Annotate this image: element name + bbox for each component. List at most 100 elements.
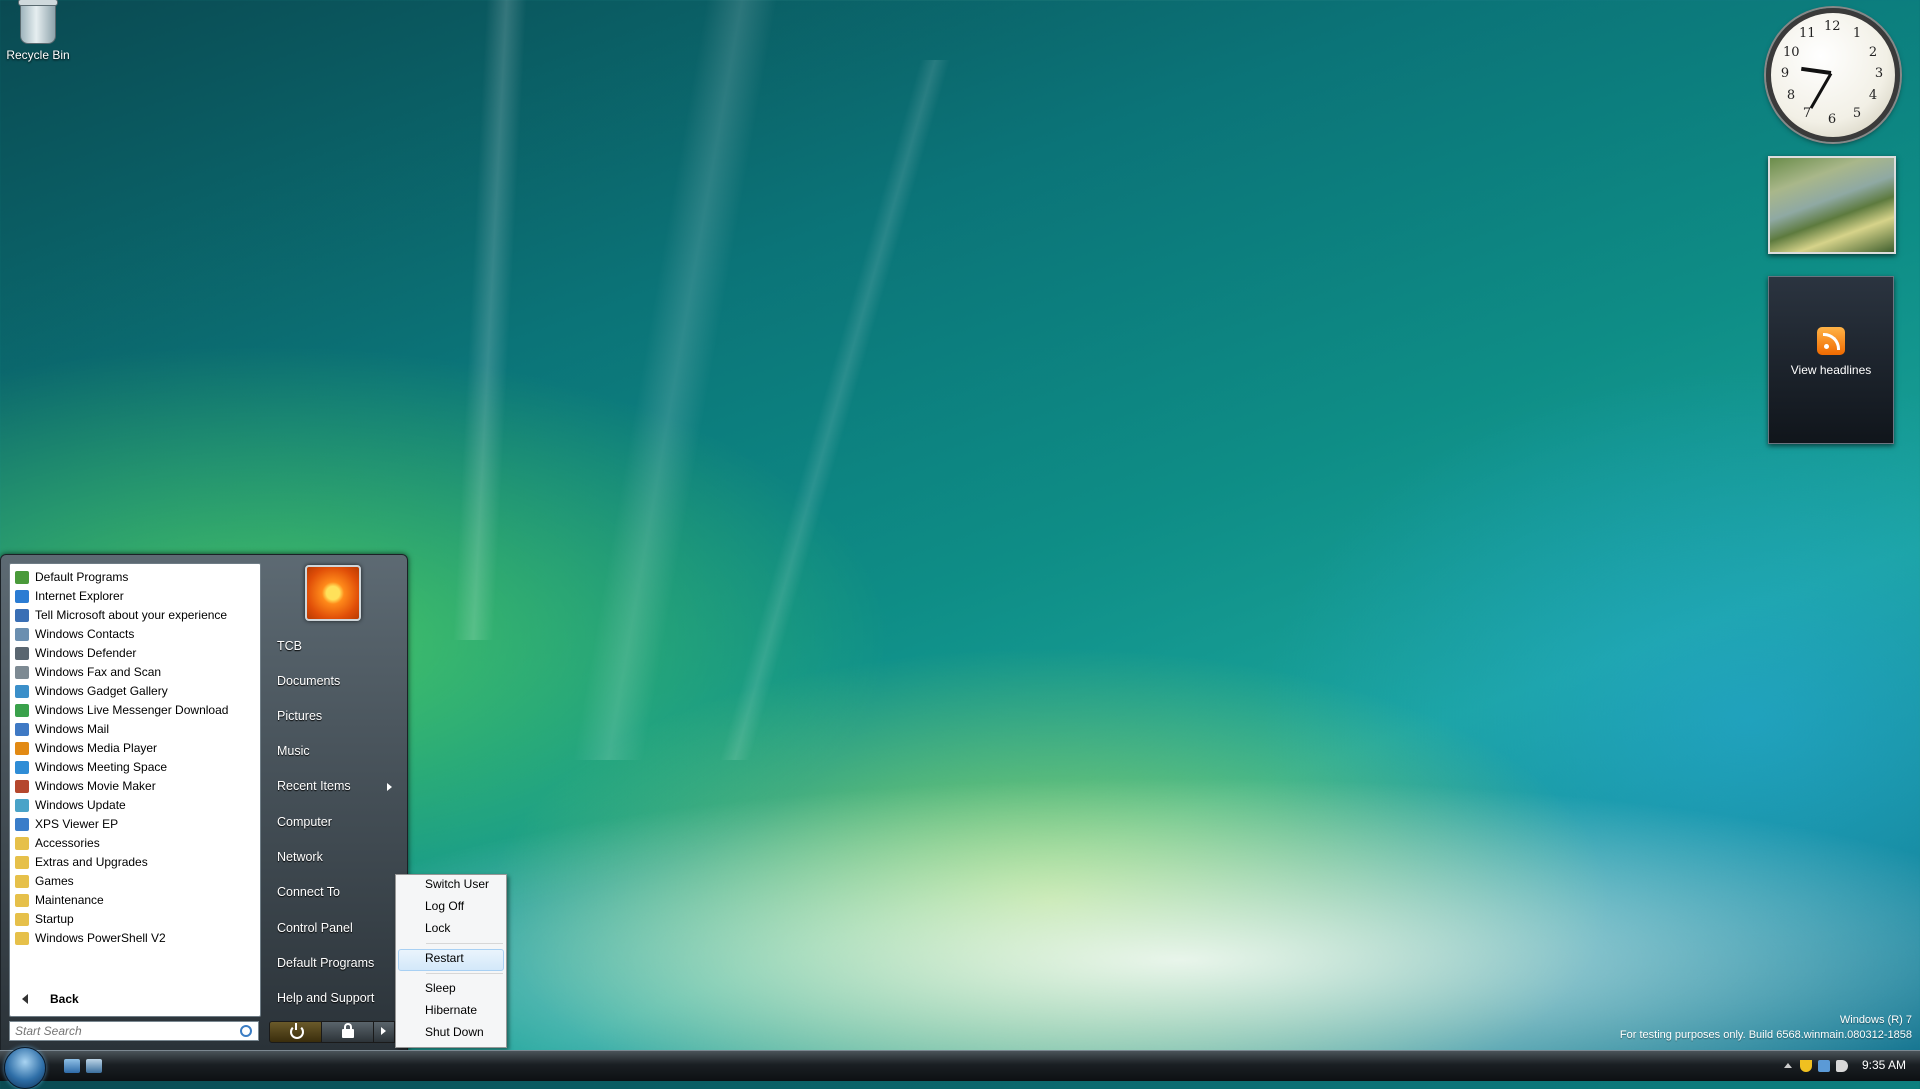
user-avatar[interactable]	[305, 565, 361, 621]
menu-separator	[426, 973, 503, 974]
program-item[interactable]: Windows Live Messenger Download	[10, 701, 260, 720]
submenu-arrow-icon	[387, 783, 392, 791]
power-button[interactable]	[269, 1021, 323, 1043]
xps-viewer-icon	[15, 818, 29, 831]
help-support-link[interactable]: Help and Support	[277, 991, 374, 1005]
program-item[interactable]: Windows Movie Maker	[10, 777, 260, 796]
computer-link[interactable]: Computer	[277, 815, 332, 829]
program-label: Tell Microsoft about your experience	[35, 608, 228, 622]
recycle-bin[interactable]: Recycle Bin	[4, 0, 72, 62]
clock-number: 3	[1874, 66, 1884, 81]
program-item[interactable]: Windows Meeting Space	[10, 758, 260, 777]
network-link[interactable]: Network	[277, 850, 323, 864]
documents-link[interactable]: Documents	[277, 674, 340, 688]
menu-item-switch-user[interactable]: Switch User	[425, 877, 489, 891]
program-label: Startup	[35, 912, 74, 926]
program-item[interactable]: Startup	[10, 910, 260, 929]
menu-item-restart[interactable]: Restart	[425, 951, 464, 965]
mail-icon	[15, 723, 29, 736]
security-shield-icon[interactable]	[1800, 1060, 1812, 1072]
clock-number: 4	[1868, 88, 1878, 103]
program-label: Windows Update	[35, 798, 126, 812]
menu-item-sleep[interactable]: Sleep	[425, 981, 456, 995]
program-label: Windows Media Player	[35, 741, 158, 755]
program-item[interactable]: Windows Gadget Gallery	[10, 682, 260, 701]
switch-windows-icon[interactable]	[86, 1059, 102, 1073]
folder-icon	[15, 837, 29, 850]
recent-items-label: Recent Items	[277, 779, 351, 793]
update-icon	[15, 799, 29, 812]
program-label: Windows Gadget Gallery	[35, 684, 168, 698]
network-icon[interactable]	[1818, 1060, 1830, 1072]
program-item[interactable]: Games	[10, 872, 260, 891]
feedback-icon	[15, 609, 29, 622]
clock-number: 11	[1799, 26, 1816, 41]
menu-item-shut-down[interactable]: Shut Down	[425, 1025, 484, 1039]
program-label: Windows Mail	[35, 722, 110, 736]
folder-icon	[15, 913, 29, 926]
wallpaper-streak	[719, 60, 951, 760]
rss-icon	[1817, 327, 1845, 355]
program-item[interactable]: Maintenance	[10, 891, 260, 910]
program-item[interactable]: XPS Viewer EP	[10, 815, 260, 834]
program-item[interactable]: Internet Explorer	[10, 587, 260, 606]
start-search-box[interactable]	[9, 1021, 259, 1041]
lock-icon	[342, 1023, 354, 1038]
user-name-link[interactable]: TCB	[277, 639, 302, 653]
feed-headlines-gadget[interactable]: View headlines	[1768, 276, 1894, 444]
slideshow-gadget[interactable]	[1768, 156, 1896, 254]
clock-gadget[interactable]: 12 1 2 3 4 5 6 7 8 9 10 11	[1766, 8, 1900, 142]
show-desktop-icon[interactable]	[64, 1059, 80, 1073]
program-item[interactable]: Windows PowerShell V2	[10, 929, 260, 948]
clock-number: 6	[1827, 112, 1837, 127]
volume-icon[interactable]	[1836, 1060, 1848, 1072]
program-item[interactable]: Accessories	[10, 834, 260, 853]
movie-maker-icon	[15, 780, 29, 793]
recent-items-link[interactable]: Recent Items	[277, 779, 407, 793]
clock-time[interactable]: 9:35 AM	[1862, 1058, 1906, 1072]
program-item[interactable]: Extras and Upgrades	[10, 853, 260, 872]
folder-icon	[15, 856, 29, 869]
program-item[interactable]: Windows Defender	[10, 644, 260, 663]
clock-number: 2	[1868, 45, 1878, 60]
menu-item-hibernate[interactable]: Hibernate	[425, 1003, 477, 1017]
program-item[interactable]: Windows Media Player	[10, 739, 260, 758]
menu-item-log-off[interactable]: Log Off	[425, 899, 464, 913]
default-programs-link[interactable]: Default Programs	[277, 956, 374, 970]
taskbar: 9:35 AM	[0, 1047, 1920, 1089]
meeting-space-icon	[15, 761, 29, 774]
program-label: Windows PowerShell V2	[35, 931, 166, 945]
start-button[interactable]	[4, 1047, 46, 1089]
program-label: Default Programs	[35, 570, 129, 584]
internet-explorer-icon	[15, 590, 29, 603]
pictures-link[interactable]: Pictures	[277, 709, 322, 723]
clock-number: 12	[1824, 19, 1841, 34]
program-label: Maintenance	[35, 893, 104, 907]
program-item[interactable]: Windows Fax and Scan	[10, 663, 260, 682]
programs-panel: Default Programs Internet Explorer Tell Mi…	[9, 563, 261, 1017]
program-item[interactable]: Tell Microsoft about your experience	[10, 606, 260, 625]
music-link[interactable]: Music	[277, 744, 310, 758]
connect-to-link[interactable]: Connect To	[277, 885, 340, 899]
program-label: Games	[35, 874, 74, 888]
folder-icon	[15, 932, 29, 945]
power-options-arrow[interactable]	[373, 1021, 395, 1043]
folder-icon	[15, 894, 29, 907]
gadget-gallery-icon	[15, 685, 29, 698]
wallpaper-streak	[453, 0, 527, 640]
program-item[interactable]: Windows Mail	[10, 720, 260, 739]
program-item[interactable]: Default Programs	[10, 568, 260, 587]
lock-button[interactable]	[321, 1021, 375, 1043]
back-button[interactable]: Back	[10, 988, 260, 1010]
program-item[interactable]: Windows Update	[10, 796, 260, 815]
feed-label: View headlines	[1790, 363, 1872, 377]
clock-minute-hand	[1809, 72, 1833, 109]
back-arrow-icon	[22, 994, 28, 1004]
control-panel-link[interactable]: Control Panel	[277, 921, 353, 935]
show-hidden-icons[interactable]	[1784, 1063, 1792, 1068]
search-icon[interactable]	[240, 1025, 252, 1037]
clock-number: 5	[1852, 106, 1862, 121]
program-item[interactable]: Windows Contacts	[10, 625, 260, 644]
menu-item-lock[interactable]: Lock	[425, 921, 450, 935]
start-search-input[interactable]	[10, 1022, 225, 1040]
